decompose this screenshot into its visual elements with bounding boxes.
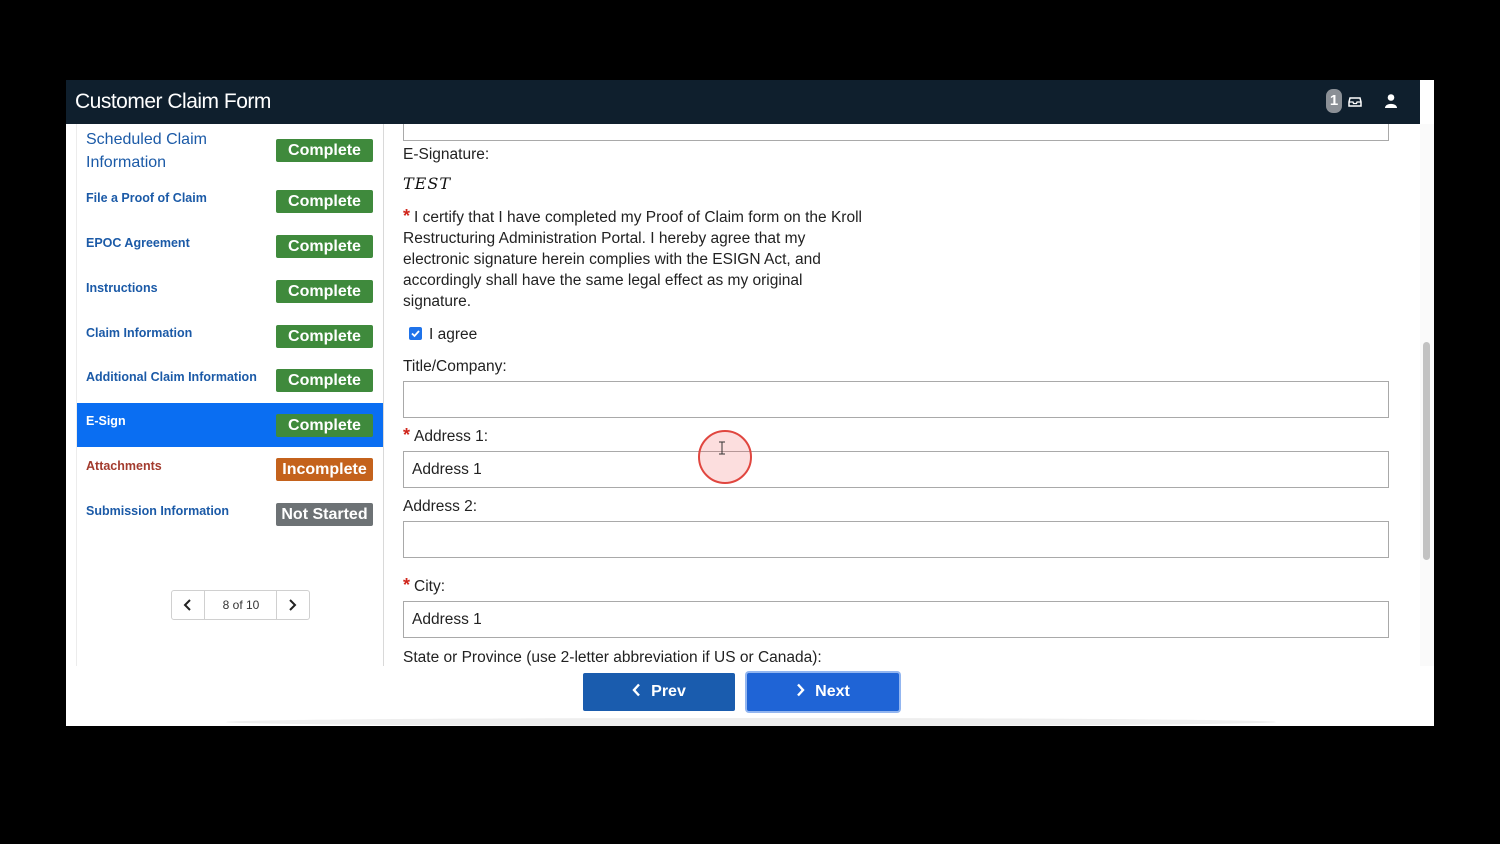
pager-prev-button[interactable] [172,591,205,619]
status-badge: Complete [276,325,373,348]
status-badge: Complete [276,414,373,437]
app-header: Customer Claim Form 1 [66,80,1420,124]
sidebar-border [76,124,77,666]
address1-label-text: Address 1: [414,428,489,445]
address1-label: * Address 1: [403,425,488,446]
sidebar-item-attachments[interactable]: Attachments Incomplete [77,447,383,492]
sidebar-item-label: Submission Information [86,504,230,518]
inbox-icon[interactable] [1348,94,1362,108]
notification-count-badge[interactable]: 1 [1326,89,1342,113]
required-asterisk: * [403,206,411,226]
required-asterisk: * [403,575,411,595]
city-label: * City: [403,575,445,596]
sidebar-item-label: Claim Information [86,326,193,340]
pager-text: 8 of 10 [222,598,260,612]
sidebar-item-label: Instructions [86,281,158,295]
title-company-input[interactable] [403,381,1389,418]
status-badge: Complete [276,280,373,303]
next-button-label: Next [815,683,850,700]
checkmark-icon [411,330,420,338]
chevron-left-icon [632,683,641,697]
prev-button-label: Prev [651,683,686,700]
form-content: E-Signature: TEST * I certify that I have… [384,124,1420,666]
sidebar-item-label: Additional Claim Information [86,370,257,384]
prev-button[interactable]: Prev [583,673,735,711]
status-badge: Complete [276,369,373,392]
city-label-text: City: [414,578,446,595]
agree-checkbox[interactable] [409,327,422,340]
text-cursor-icon [719,441,725,455]
sidebar-item-label: File a Proof of Claim [86,191,207,205]
state-label: State or Province (use 2-letter abbrevia… [403,649,822,666]
esignature-label: E-Signature: [403,146,490,163]
certification-text: * I certify that I have completed my Proo… [403,206,863,312]
status-badge: Complete [276,190,373,213]
footer-shadow [226,718,1276,726]
status-badge: Incomplete [276,458,373,481]
sidebar-item-e-sign[interactable]: E-Sign Complete [77,403,383,447]
status-badge: Not Started [276,503,373,526]
scrollbar-thumb[interactable] [1423,342,1430,560]
address2-label: Address 2: [403,498,478,515]
address2-input[interactable] [403,521,1389,558]
required-asterisk: * [403,425,411,445]
sidebar-item-label: EPOC Agreement [86,236,190,250]
sidebar-item-scheduled-claim-information[interactable]: Scheduled Claim Information Complete [77,124,383,174]
sidebar-item-epoc-agreement[interactable]: EPOC Agreement Complete [77,219,383,264]
sidebar-nav: Scheduled Claim Information Complete Fil… [76,124,383,666]
status-badge: Complete [276,139,373,162]
sidebar-item-instructions[interactable]: Instructions Complete [77,264,383,309]
sidebar-item-label: Scheduled Claim Information [86,131,207,171]
status-badge: Complete [276,235,373,258]
cursor-highlight [698,430,752,484]
sidebar-item-label: Attachments [86,459,162,473]
previous-field-input[interactable] [403,124,1389,141]
chevron-right-icon [289,599,297,611]
app-title: Customer Claim Form [75,90,271,113]
sidebar-item-file-a-proof-of-claim[interactable]: File a Proof of Claim Complete [77,174,383,219]
certification-statement: I certify that I have completed my Proof… [403,209,862,310]
agree-label: I agree [429,326,478,343]
chevron-left-icon [183,599,191,611]
esignature-value: TEST [403,174,451,193]
address1-input[interactable]: Address 1 [403,451,1389,488]
sidebar-item-additional-claim-information[interactable]: Additional Claim Information Complete [77,353,383,398]
sidebar-item-label: E-Sign [86,414,126,428]
pager-next-button[interactable] [276,591,309,619]
next-button[interactable]: Next [747,673,899,711]
title-company-label: Title/Company: [403,358,507,375]
sidebar-item-submission-information[interactable]: Submission Information Not Started [77,492,383,537]
user-icon[interactable] [1384,93,1398,109]
agree-checkbox-row[interactable]: I agree [409,326,477,344]
app-window: Customer Claim Form 1 Scheduled Claim In… [66,80,1434,726]
chevron-right-icon [797,683,805,697]
section-pager: 8 of 10 [171,590,310,620]
city-input[interactable]: Address 1 [403,601,1389,638]
sidebar-item-claim-information[interactable]: Claim Information Complete [77,309,383,353]
